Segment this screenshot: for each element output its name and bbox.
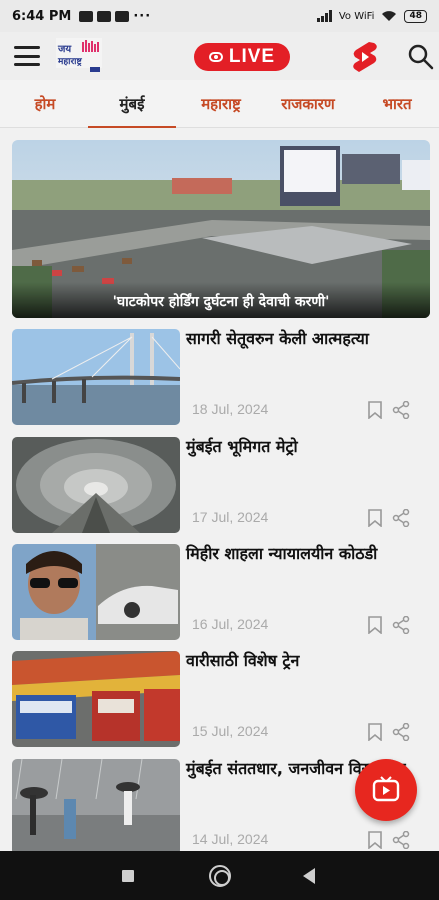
news-thumbnail — [12, 544, 180, 640]
news-date: 17 Jul, 2024 — [192, 509, 269, 525]
news-title: वारीसाठी विशेष ट्रेन — [186, 651, 300, 670]
wifi-icon — [382, 11, 397, 21]
live-label: LIVE — [228, 46, 276, 67]
battery-icon: 48 — [404, 9, 427, 23]
status-time: 6:44 PM — [12, 8, 72, 24]
network-label: Vo WiFi — [338, 10, 375, 22]
play-video-icon — [372, 776, 400, 802]
video-fab-button[interactable] — [355, 759, 417, 821]
search-icon[interactable] — [408, 44, 434, 70]
bookmark-icon[interactable] — [368, 509, 382, 527]
news-date: 18 Jul, 2024 — [192, 401, 269, 417]
news-title: सागरी सेतूवरुन केली आत्महत्या — [186, 329, 369, 348]
share-icon[interactable] — [392, 509, 410, 527]
news-date: 15 Jul, 2024 — [192, 723, 269, 739]
news-card[interactable]: मिहीर शाहला न्यायालयीन कोठडी 16 Jul, 202… — [12, 544, 430, 642]
share-icon[interactable] — [392, 723, 410, 741]
bookmark-icon[interactable] — [368, 723, 382, 741]
status-bar: 6:44 PM ··· Vo WiFi 48 — [0, 0, 439, 32]
tab-maharashtra[interactable]: महाराष्ट्र — [186, 80, 256, 128]
news-thumbnail — [12, 651, 180, 747]
recent-apps-icon[interactable] — [122, 870, 134, 882]
jai-maharashtra-logo: जय महाराष्ट्र — [56, 38, 102, 72]
share-icon[interactable] — [392, 831, 410, 849]
news-date: 14 Jul, 2024 — [192, 831, 269, 847]
shorts-icon[interactable] — [350, 41, 380, 73]
tab-home[interactable]: होम — [10, 80, 80, 128]
news-date: 16 Jul, 2024 — [192, 616, 269, 632]
news-card[interactable]: वारीसाठी विशेष ट्रेन 15 Jul, 2024 — [12, 651, 430, 749]
news-title: मुंबईत भूमिगत मेट्रो — [186, 437, 298, 456]
bookmark-icon[interactable] — [368, 616, 382, 634]
svg-text:महाराष्ट्र: महाराष्ट्र — [57, 57, 83, 67]
youtube-notification-icon — [79, 10, 94, 22]
notification-icons: ··· — [79, 9, 151, 24]
bookmark-icon[interactable] — [368, 831, 382, 849]
hero-article[interactable]: 'घाटकोपर होर्डिंग दुर्घटना ही देवाची करण… — [12, 140, 430, 318]
bookmark-icon[interactable] — [368, 401, 382, 419]
news-card[interactable]: मुंबईत भूमिगत मेट्रो 17 Jul, 2024 — [12, 437, 430, 535]
gallery-notification-icon — [97, 10, 112, 22]
news-thumbnail — [12, 759, 180, 855]
youtube-notification-icon — [115, 10, 130, 22]
system-nav-bar — [0, 851, 439, 900]
menu-icon[interactable] — [14, 46, 40, 66]
live-button[interactable]: LIVE — [194, 43, 290, 71]
tab-india[interactable]: भारत — [364, 80, 430, 128]
news-thumbnail — [12, 329, 180, 425]
news-card[interactable]: सागरी सेतूवरुन केली आत्महत्या 18 Jul, 20… — [12, 329, 430, 427]
news-thumbnail — [12, 437, 180, 533]
tab-mumbai[interactable]: मुंबई — [88, 80, 176, 128]
news-title: मिहीर शाहला न्यायालयीन कोठडी — [186, 544, 378, 563]
share-icon[interactable] — [392, 616, 410, 634]
home-icon[interactable] — [209, 865, 231, 887]
category-tabs: होम मुंबई महाराष्ट्र राजकारण भारत — [0, 80, 439, 128]
signal-icon — [316, 10, 332, 22]
back-icon[interactable] — [303, 868, 315, 884]
svg-text:जय: जय — [57, 44, 72, 55]
more-notifications-icon: ··· — [133, 8, 152, 24]
share-icon[interactable] — [392, 401, 410, 419]
live-broadcast-icon — [208, 52, 223, 62]
hero-caption: 'घाटकोपर होर्डिंग दुर्घटना ही देवाची करण… — [12, 282, 430, 318]
app-header: जय महाराष्ट्र LIVE — [0, 32, 439, 80]
tab-politics[interactable]: राजकारण — [268, 80, 348, 128]
